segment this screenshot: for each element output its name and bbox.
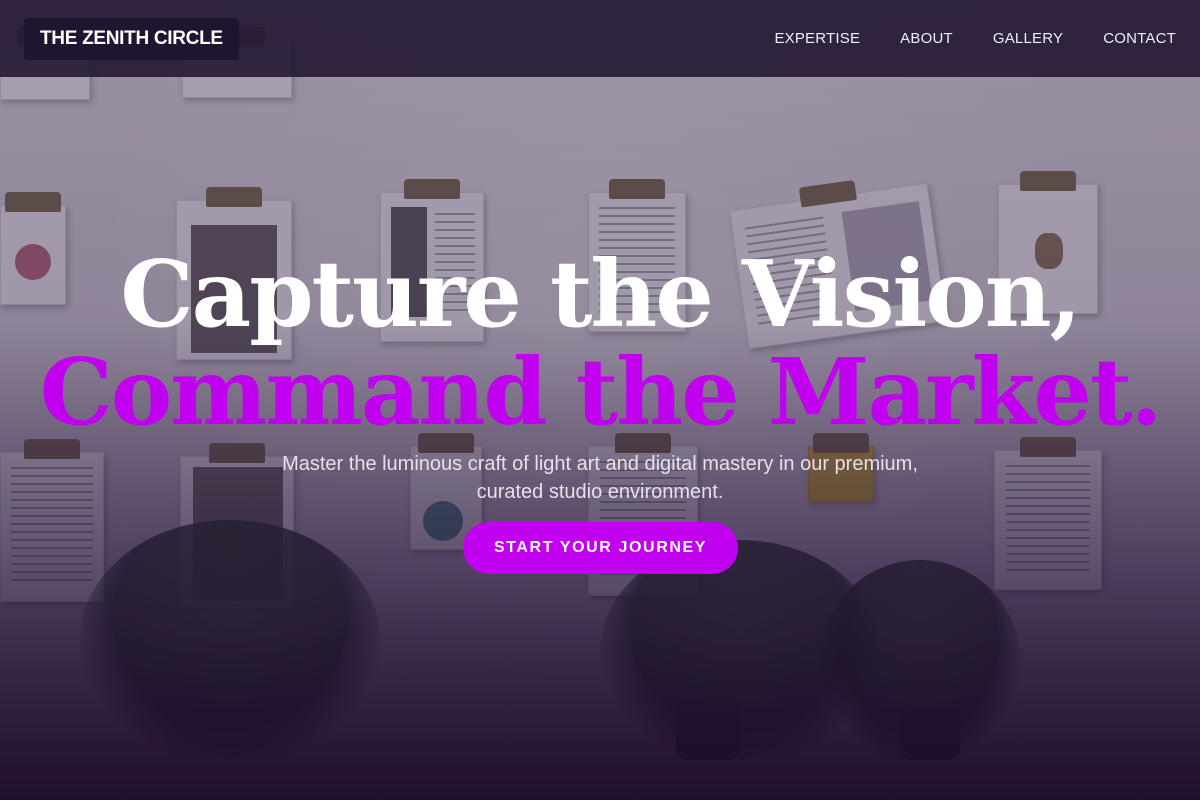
nav-links: EXPERTISE ABOUT GALLERY CONTACT <box>774 30 1176 47</box>
hero-headline-line1: Capture the Vision, <box>120 240 1081 348</box>
nav-link-contact[interactable]: CONTACT <box>1103 30 1176 47</box>
top-navigation: THE ZENITH CIRCLE EXPERTISE ABOUT GALLER… <box>0 0 1200 77</box>
nav-link-gallery[interactable]: GALLERY <box>993 30 1063 47</box>
nav-link-about[interactable]: ABOUT <box>900 30 953 47</box>
hero-section: Capture the Vision, Command the Market. … <box>0 0 1200 800</box>
hero-headline-line2: Command the Market. <box>39 338 1163 446</box>
start-journey-button[interactable]: START YOUR JOURNEY <box>463 522 738 574</box>
brand-logo[interactable]: THE ZENITH CIRCLE <box>24 17 239 60</box>
nav-link-expertise[interactable]: EXPERTISE <box>774 30 860 47</box>
hero-subtitle: Master the luminous craft of light art a… <box>282 453 918 503</box>
